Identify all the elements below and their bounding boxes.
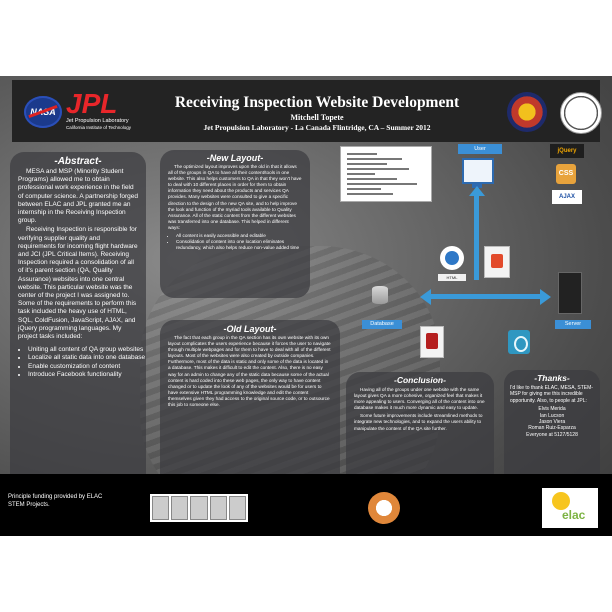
javascript-icon	[484, 246, 510, 278]
code-line	[347, 163, 387, 165]
poster-title: Receiving Inspection Website Development	[174, 94, 460, 111]
user-label: User	[458, 144, 502, 154]
college-seal-icon	[368, 492, 400, 524]
database-icon	[372, 286, 388, 304]
code-line	[347, 188, 381, 190]
jpl-logo-text: JPL	[66, 88, 118, 119]
abstract-task-item: Enable customization of content	[28, 363, 146, 371]
code-line	[347, 178, 397, 180]
abstract-task-item: Uniting all content of QA group websites	[28, 346, 146, 354]
code-line	[347, 153, 377, 155]
footer-bar: Principle funding provided by ELAC STEM …	[0, 474, 612, 536]
abstract-heading: -Abstract-	[54, 156, 102, 167]
code-line	[347, 183, 417, 185]
conclusion-heading: -Conclusion-	[394, 375, 446, 385]
thanks-name: Everyone at 5127/5128	[526, 431, 578, 438]
old-layout-paragraph: The fact that each group in the QA secti…	[168, 335, 331, 408]
jpl-logo-subtitle: Jet Propulsion Laboratory	[66, 118, 129, 124]
server-label: Server	[555, 320, 591, 329]
nasa-logo-icon: NASA	[24, 96, 62, 128]
jquery-icon: jQuery	[550, 144, 584, 158]
old-layout-heading: -Old Layout-	[223, 324, 277, 334]
stem-logo-tile	[228, 496, 247, 520]
css-icon: CSS	[556, 164, 576, 184]
stem-logo-tile	[209, 496, 227, 520]
new-layout-list: All content is easily accessible and edi…	[160, 233, 304, 251]
college-seal-icon	[560, 92, 602, 134]
server-icon	[558, 272, 582, 314]
nasa-logo-text: NASA	[30, 107, 56, 117]
new-layout-panel: -New Layout- The optimized layout improv…	[160, 150, 310, 298]
html-label: HTML	[438, 274, 466, 281]
database-label: Database	[362, 320, 402, 329]
thanks-heading: -Thanks-	[534, 373, 570, 383]
code-line	[347, 193, 393, 195]
mesa-seal-icon	[507, 92, 547, 132]
header-bar: NASA JPL Jet Propulsion Laboratory Calif…	[12, 80, 602, 142]
funding-note: Principle funding provided by ELAC STEM …	[8, 494, 103, 508]
abstract-paragraph-2: Receiving Inspection is responsible for …	[18, 226, 138, 341]
stem-logo-strip	[150, 494, 248, 522]
html-globe-icon	[440, 246, 464, 270]
poster-background: NASA JPL Jet Propulsion Laboratory Calif…	[0, 76, 612, 536]
code-line	[347, 173, 375, 175]
new-layout-item: Consolidation of content into one locati…	[176, 239, 304, 251]
stem-logo-tile	[152, 496, 170, 520]
thanks-paragraph: I'd like to thank ELAC, MESA, STEM-MSP f…	[510, 385, 593, 404]
stem-logo-tile	[190, 496, 208, 520]
code-line	[347, 158, 402, 160]
arrow-right-icon	[540, 289, 551, 305]
abstract-task-item: Introduce Facebook functionality	[28, 371, 146, 379]
ajax-icon: AJAX	[552, 190, 582, 204]
code-line	[347, 168, 409, 170]
jpl-logo: JPL Jet Propulsion Laboratory California…	[66, 88, 138, 131]
arrow-vertical	[474, 190, 479, 280]
poster-author: Mitchell Topete	[290, 113, 344, 122]
new-layout-heading: -New Layout-	[206, 153, 264, 163]
jpl-logo-caption: California Institute of Technology	[66, 125, 131, 130]
sql-server-icon	[420, 326, 444, 358]
abstract-task-item: Localize all static data into one databa…	[28, 354, 146, 362]
abstract-paragraph-1: MESA and MSP (Minority Student Programs)…	[18, 168, 138, 225]
new-layout-paragraph: The optimized layout improves upon the o…	[168, 164, 302, 230]
dreamweaver-icon	[508, 330, 530, 354]
conclusion-paragraph-1: Having all of the groups under one websi…	[354, 387, 485, 411]
code-screenshot	[340, 146, 432, 202]
elac-logo-text: elac	[562, 508, 586, 522]
conclusion-paragraph-2: Some future improvements include streaml…	[354, 413, 483, 431]
arrow-horizontal	[430, 294, 540, 299]
poster-affiliation: Jet Propulsion Laboratory - La Canada Fl…	[203, 123, 431, 132]
abstract-panel: -Abstract- MESA and MSP (Minority Studen…	[10, 152, 146, 528]
monitor-icon	[462, 158, 494, 184]
stem-logo-tile	[171, 496, 189, 520]
abstract-task-list: Uniting all content of QA group websites…	[10, 346, 146, 379]
